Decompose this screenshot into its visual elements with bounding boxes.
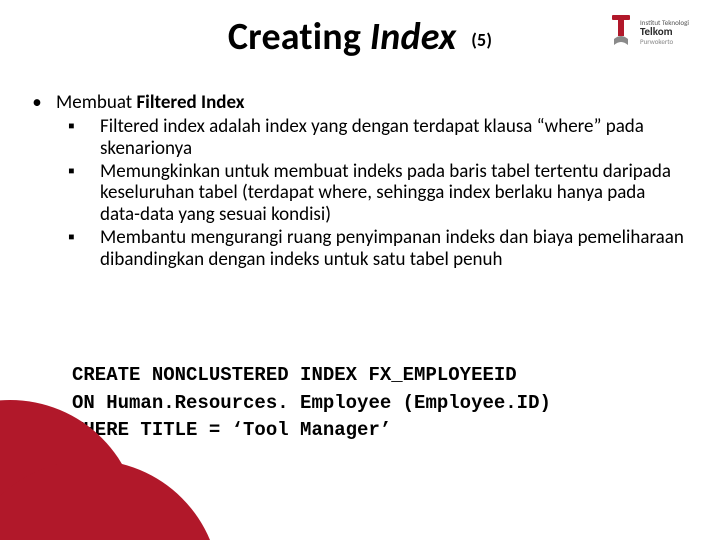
bullet-item-2: Membantu mengurangi ruang penyimpanan in…	[100, 227, 686, 271]
bullet-item-0: Filtered index adalah index yang dengan …	[100, 116, 686, 160]
bullet-level1-prefix: Membuat	[56, 91, 136, 114]
bullet-level1-emph: Filtered Index	[136, 91, 244, 114]
bullet-level1: • Membuat Filtered Index	[32, 92, 686, 114]
code-line-2: ON Human.Resources. Employee (Employee.I…	[72, 392, 551, 414]
title-sub: (5)	[471, 29, 492, 51]
bullet-square-icon: ▪	[68, 116, 78, 160]
content-area: • Membuat Filtered Index ▪ Filtered inde…	[32, 92, 686, 271]
bullet-dot-icon: •	[32, 92, 42, 114]
sql-code-block: CREATE NONCLUSTERED INDEX FX_EMPLOYEEID …	[72, 362, 660, 445]
bullet-level2: ▪ Filtered index adalah index yang denga…	[68, 116, 686, 160]
bullet-level2: ▪ Memungkinkan untuk membuat indeks pada…	[68, 161, 686, 227]
slide-title: Creating Index (5)	[0, 14, 720, 60]
decorative-red-circle	[0, 460, 220, 540]
bullet-level1-text: Membuat Filtered Index	[56, 92, 244, 114]
title-word1: Creating	[228, 14, 361, 60]
slide: Institut Teknologi Telkom Purwokerto Cre…	[0, 0, 720, 540]
code-line-1: CREATE NONCLUSTERED INDEX FX_EMPLOYEEID	[72, 364, 517, 386]
code-line-3: WHERE TITLE = ‘Tool Manager’	[72, 419, 391, 441]
bullet-square-icon: ▪	[68, 161, 78, 227]
bullet-level2: ▪ Membantu mengurangi ruang penyimpanan …	[68, 227, 686, 271]
bullet-square-icon: ▪	[68, 227, 78, 271]
bullet-item-1: Memungkinkan untuk membuat indeks pada b…	[100, 161, 686, 227]
title-word2: Index	[370, 14, 456, 60]
